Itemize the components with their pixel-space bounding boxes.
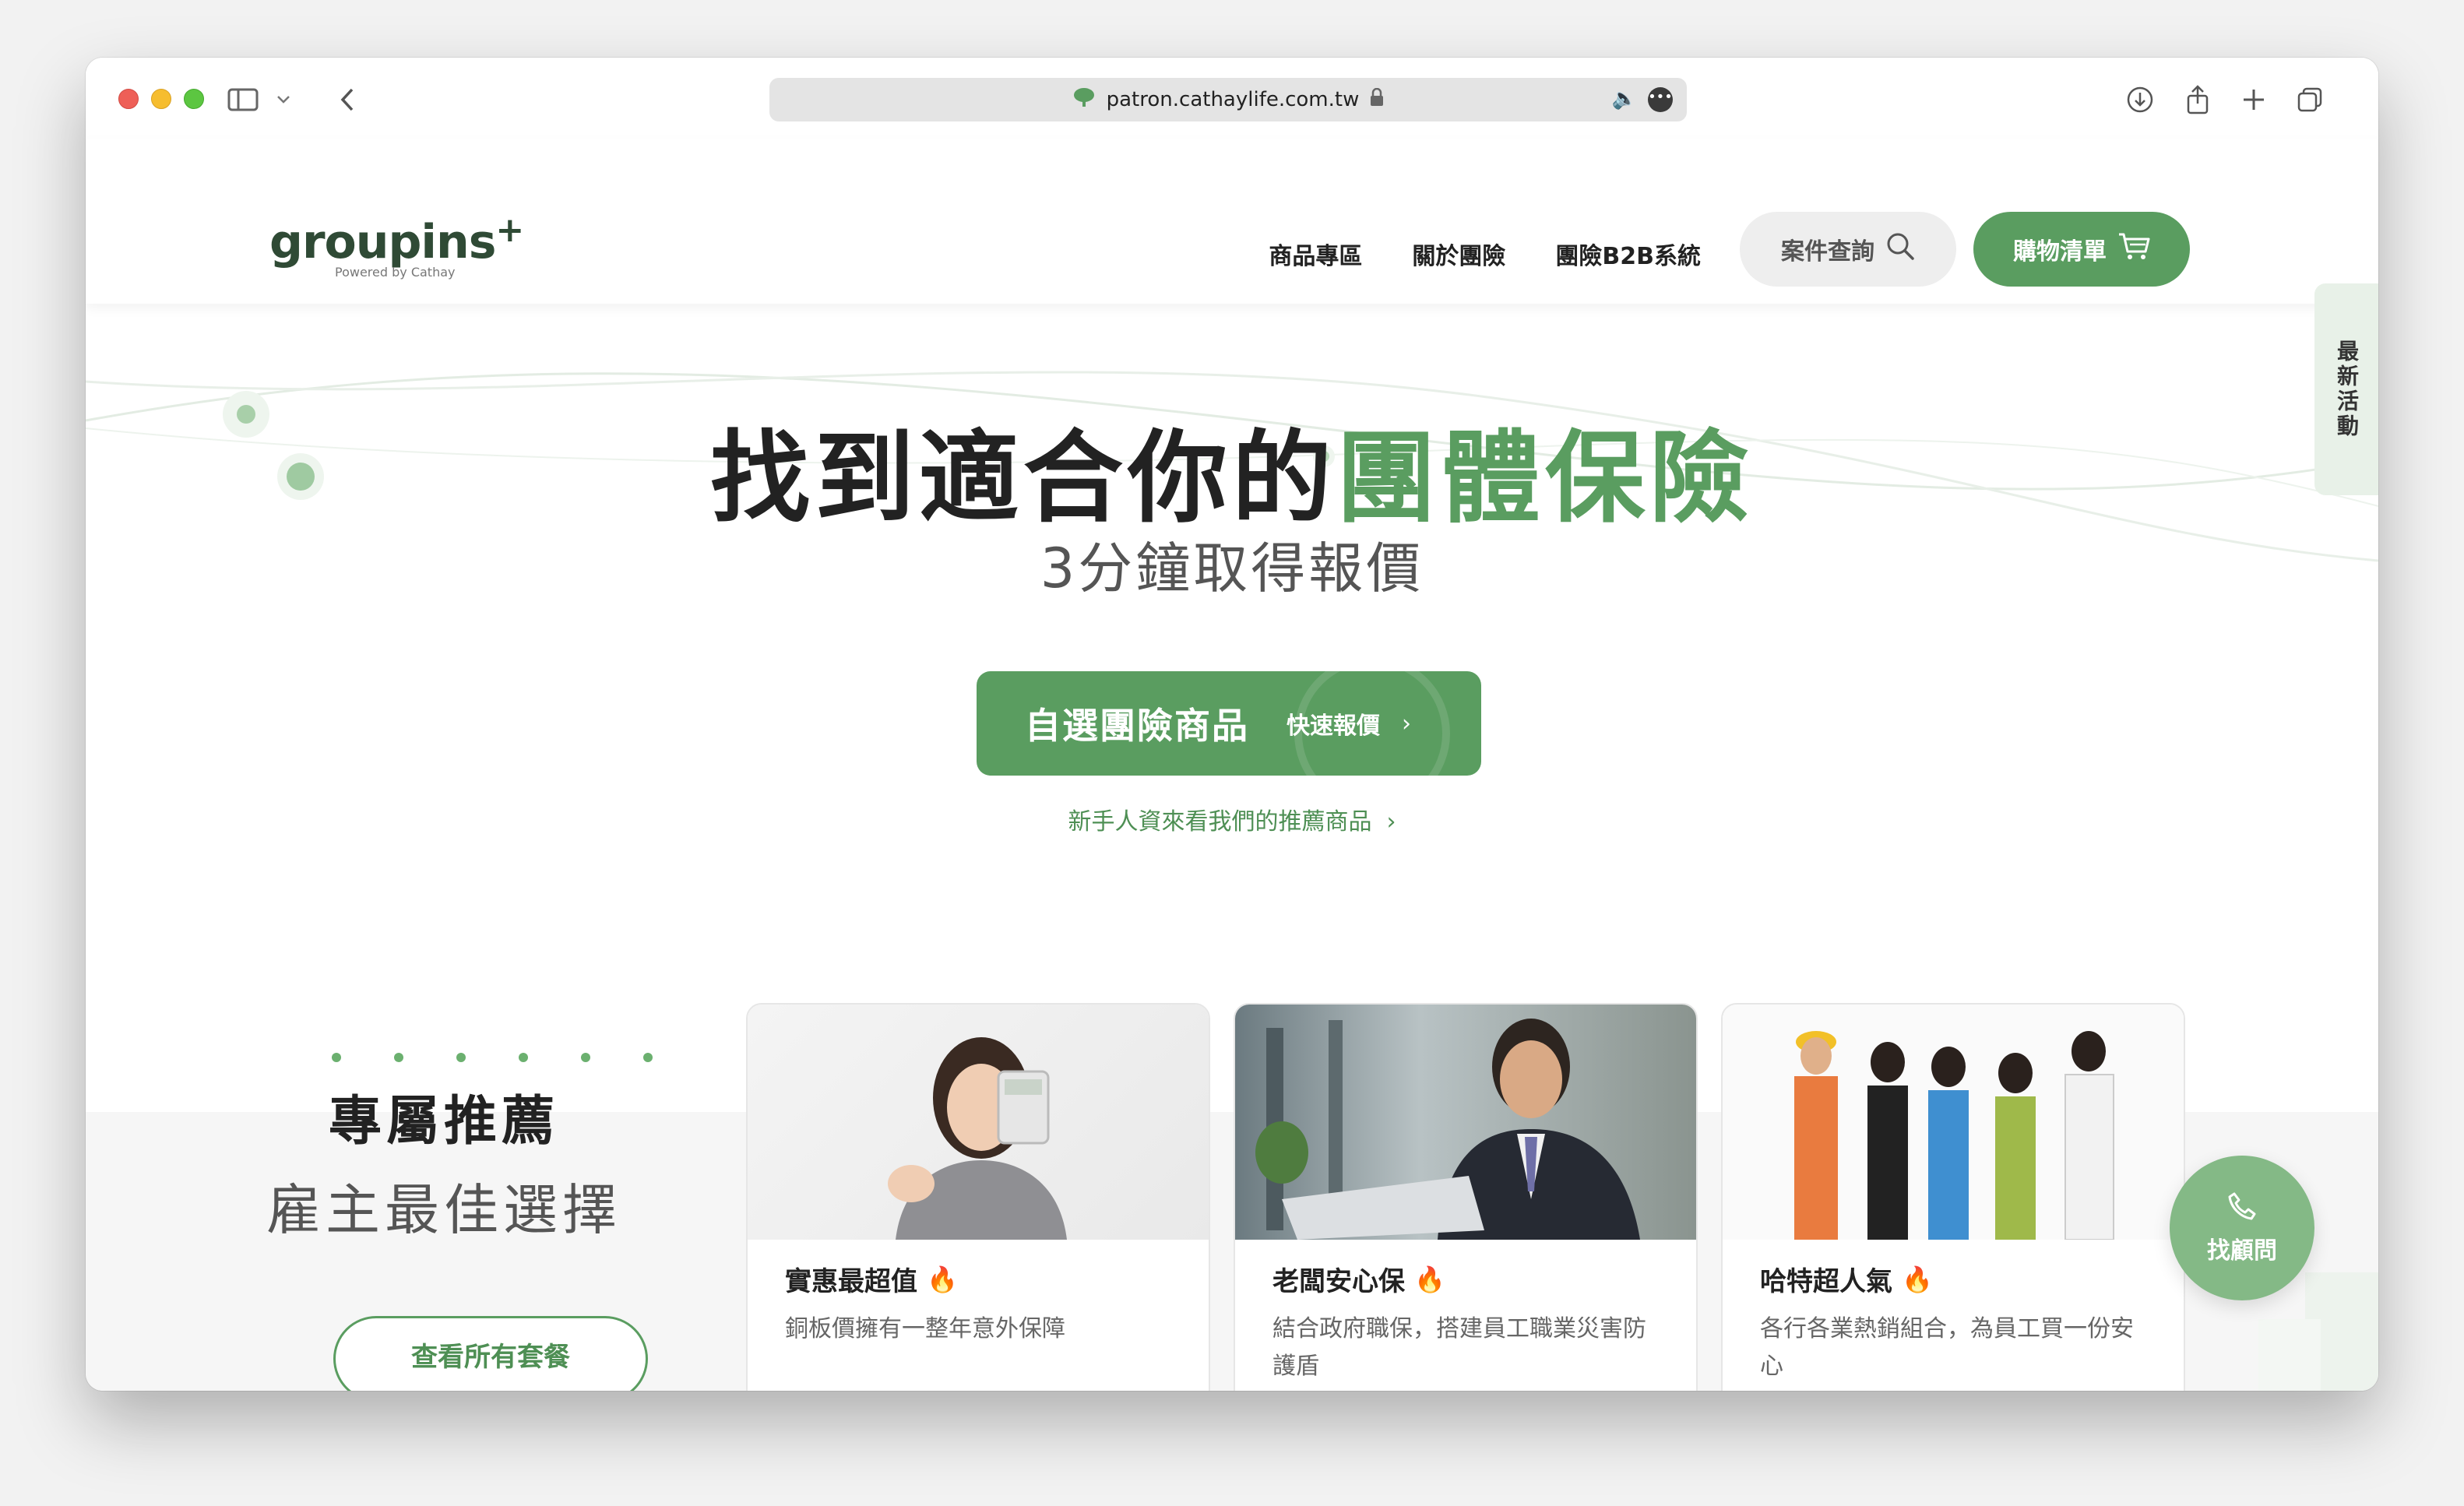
card-description: 銅板價擁有一整年意外保障 xyxy=(785,1315,1065,1342)
card-photo-workers-group xyxy=(1723,1005,2184,1240)
zoom-window-button[interactable] xyxy=(184,89,204,109)
hero-subtitle: 3分鐘取得報價 xyxy=(1040,537,1424,600)
case-search-button[interactable]: 案件查詢 xyxy=(1740,212,1956,287)
back-icon[interactable] xyxy=(332,84,363,115)
flame-icon: 🔥 xyxy=(1902,1264,1933,1294)
flame-icon: 🔥 xyxy=(1414,1264,1445,1294)
hero-title: 找到適合你的團體保險 xyxy=(86,397,2378,541)
chevron-right-icon: › xyxy=(1386,808,1396,836)
lock-icon xyxy=(1370,87,1384,112)
cta-main-label: 自選團險商品 xyxy=(1025,705,1249,747)
url-text: patron.cathaylife.com.tw xyxy=(1106,88,1360,111)
recommended-link-label: 新手人資來看我們的推薦商品 xyxy=(1068,808,1372,836)
cta-decoration xyxy=(1294,671,1450,776)
cart-button[interactable]: 購物清單 xyxy=(1973,212,2190,287)
card-title: 哈特超人氣 xyxy=(1760,1266,1892,1297)
hero-title-main: 找到適合你的 xyxy=(709,420,1336,537)
main-nav: 商品專區 關於團險 團險B2B系統 xyxy=(1269,237,1701,271)
new-tab-icon[interactable] xyxy=(2238,84,2269,115)
nav-item-products[interactable]: 商品專區 xyxy=(1269,237,1362,271)
browser-window: patron.cathaylife.com.tw 🔈 ••• groupins+… xyxy=(86,58,2378,1391)
close-window-button[interactable] xyxy=(118,89,139,109)
view-all-packages-button[interactable]: 查看所有套餐 xyxy=(333,1316,648,1391)
cart-label: 購物清單 xyxy=(2013,238,2107,266)
more-options-icon[interactable]: ••• xyxy=(1648,87,1673,112)
logo-plus: + xyxy=(495,210,524,250)
recommended-products-link[interactable]: 新手人資來看我們的推薦商品 › xyxy=(86,802,2378,836)
phone-icon xyxy=(2226,1191,2258,1225)
logo-wordmark: groupins xyxy=(269,215,496,269)
nav-item-about[interactable]: 關於團險 xyxy=(1412,237,1505,271)
card-description: 結合政府職保，搭建員工職業災害防護盾 xyxy=(1272,1315,1646,1380)
case-search-label: 案件查詢 xyxy=(1781,238,1874,266)
package-card[interactable]: 實惠最超值 🔥 銅板價擁有一整年意外保障 xyxy=(746,1003,1210,1391)
find-consultant-button[interactable]: 找顧問 xyxy=(2170,1156,2314,1300)
hero-title-accent: 團體保險 xyxy=(1336,420,1755,537)
package-card[interactable]: 老闆安心保 🔥 結合政府職保，搭建員工職業災害防護盾 xyxy=(1234,1003,1698,1391)
sidebar-icon[interactable] xyxy=(227,84,259,115)
card-photo-businessman-laptop xyxy=(1235,1005,1696,1240)
share-icon[interactable] xyxy=(2182,84,2213,115)
card-description: 各行各業熱銷組合，為員工買一份安心 xyxy=(1760,1315,2134,1380)
nav-item-b2b[interactable]: 團險B2B系統 xyxy=(1555,237,1701,271)
cart-icon xyxy=(2117,231,2150,267)
find-consultant-label: 找顧問 xyxy=(2207,1237,2277,1265)
site-favicon-icon xyxy=(1072,87,1096,113)
tabs-overview-icon[interactable] xyxy=(2294,84,2325,115)
site-header: groupins+ Powered by Cathay 商品專區 關於團險 團險… xyxy=(86,139,2378,304)
recommend-subtitle: 雇主最佳選擇 xyxy=(266,1178,621,1242)
audio-playing-icon[interactable]: 🔈 xyxy=(1612,87,1637,111)
flame-icon: 🔥 xyxy=(927,1264,958,1294)
chevron-down-icon[interactable] xyxy=(268,84,299,115)
decorative-dots xyxy=(332,1053,653,1062)
browser-toolbar: patron.cathaylife.com.tw 🔈 ••• xyxy=(86,58,2378,139)
groupins-logo[interactable]: groupins+ Powered by Cathay xyxy=(269,210,524,280)
card-photo-woman-calculator xyxy=(748,1005,1209,1240)
search-icon xyxy=(1885,231,1915,267)
recommend-title: 專屬推薦 xyxy=(328,1091,559,1152)
download-icon[interactable] xyxy=(2124,84,2156,115)
logo-tagline: Powered by Cathay xyxy=(335,265,456,280)
package-card[interactable]: 哈特超人氣 🔥 各行各業熱銷組合，為員工買一份安心 xyxy=(1721,1003,2185,1391)
card-title: 實惠最超值 xyxy=(785,1266,917,1297)
window-controls xyxy=(118,89,204,109)
minimize-window-button[interactable] xyxy=(151,89,171,109)
address-bar[interactable]: patron.cathaylife.com.tw 🔈 ••• xyxy=(769,78,1687,121)
card-title: 老闆安心保 xyxy=(1272,1266,1405,1297)
custom-products-button[interactable]: 自選團險商品 快速報價 › xyxy=(977,671,1481,776)
